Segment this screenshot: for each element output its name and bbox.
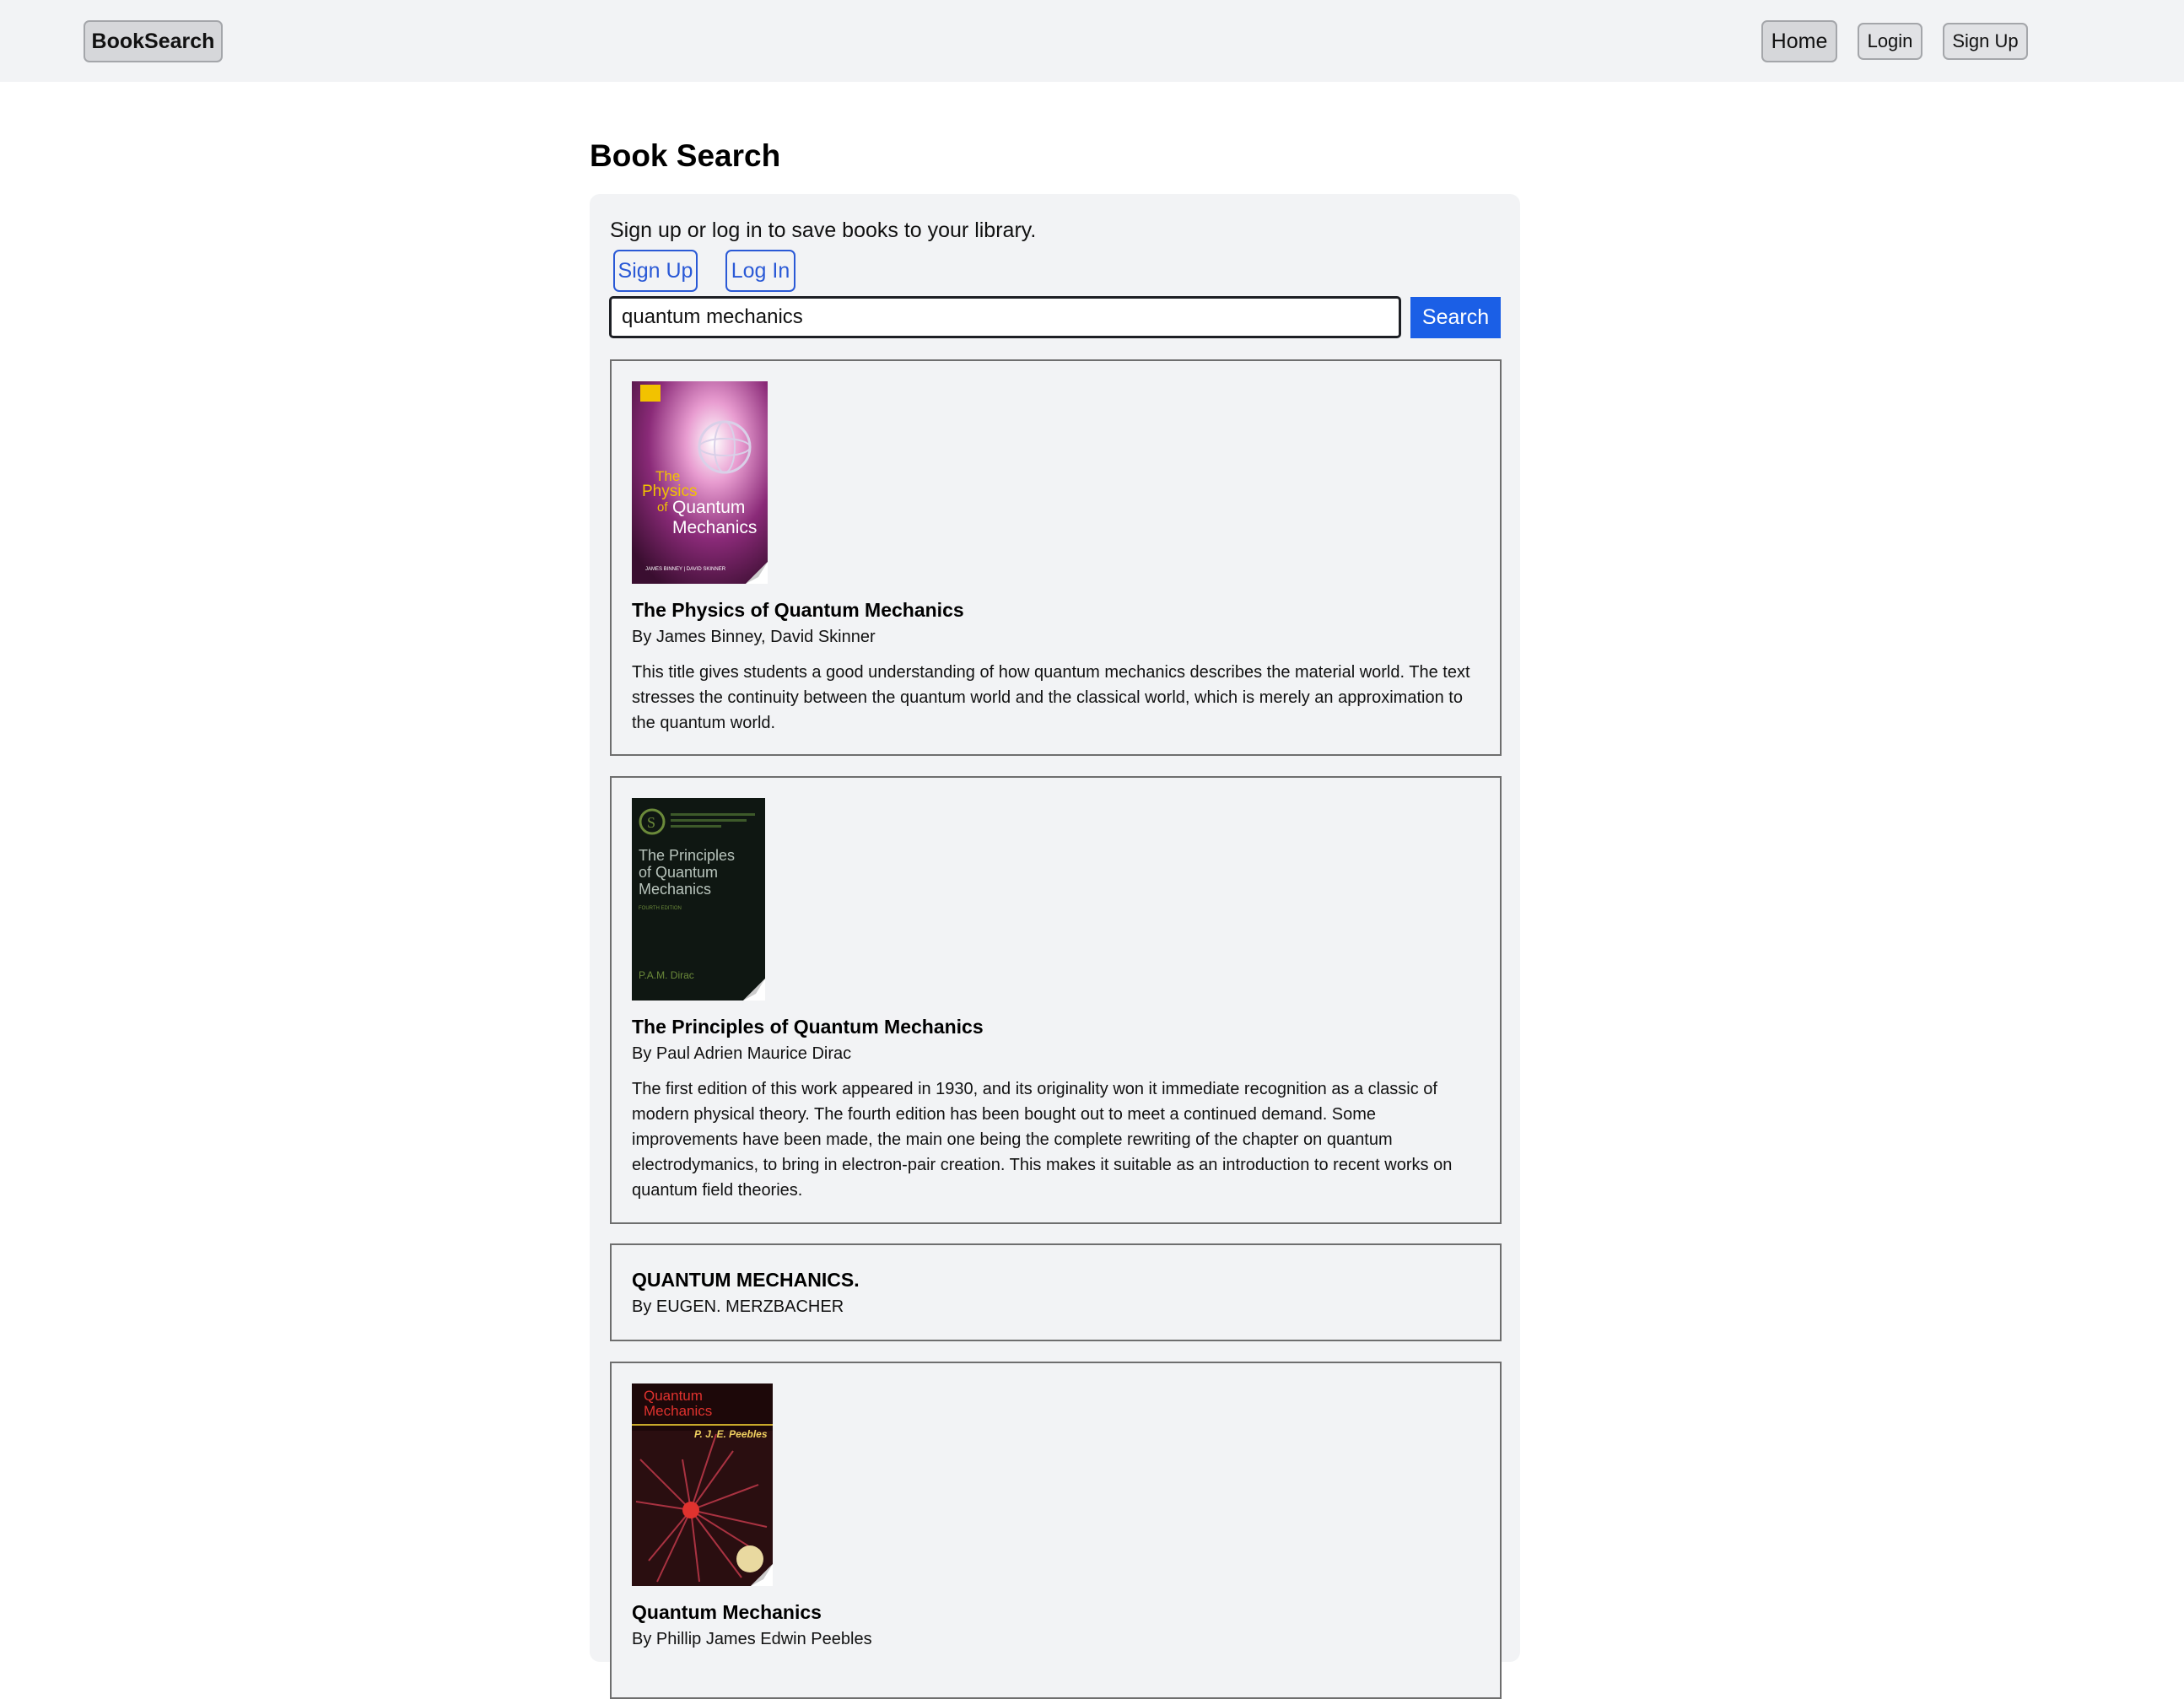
svg-text:of Quantum: of Quantum <box>639 864 718 881</box>
login-button[interactable]: Log In <box>725 250 795 292</box>
result-card: Quantum Mechanics P. J. E. Peebles Quant… <box>610 1362 1502 1699</box>
book-author: By Paul Adrien Maurice Dirac <box>632 1044 852 1063</box>
svg-text:Quantum: Quantum <box>672 498 745 517</box>
svg-text:The Principles: The Principles <box>639 847 735 864</box>
search-input[interactable] <box>609 296 1401 338</box>
book-author: By James Binney, David Skinner <box>632 628 876 646</box>
nav-home-button[interactable]: Home <box>1761 20 1837 62</box>
book-author: By Phillip James Edwin Peebles <box>632 1630 872 1648</box>
result-card: The Physics of Quantum Mechanics JAMES B… <box>610 359 1502 756</box>
book-title[interactable]: The Physics of Quantum Mechanics <box>632 599 964 622</box>
book-author: By EUGEN. MERZBACHER <box>632 1297 844 1316</box>
login-prompt-text: Sign up or log in to save books to your … <box>610 218 1037 242</box>
nav-login-button[interactable]: Login <box>1858 23 1922 60</box>
search-button[interactable]: Search <box>1410 297 1501 338</box>
book-cover-image[interactable]: S The Principles of Quantum Mechanics FO… <box>632 798 765 1001</box>
svg-text:of: of <box>657 500 668 515</box>
brand-button[interactable]: BookSearch <box>84 20 223 62</box>
nav-signup-button[interactable]: Sign Up <box>1943 23 2028 60</box>
page-title: Book Search <box>590 138 781 173</box>
svg-text:Quantum: Quantum <box>644 1388 703 1404</box>
book-description: This title gives students a good underst… <box>632 663 1470 732</box>
book-description: The first edition of this work appeared … <box>632 1080 1453 1200</box>
svg-text:JAMES BINNEY | DAVID SKINNER: JAMES BINNEY | DAVID SKINNER <box>645 567 726 572</box>
result-card: S The Principles of Quantum Mechanics FO… <box>610 776 1502 1224</box>
svg-text:P.A.M. Dirac: P.A.M. Dirac <box>639 969 694 981</box>
book-cover-image[interactable]: The Physics of Quantum Mechanics JAMES B… <box>632 381 768 584</box>
svg-text:FOURTH EDITION: FOURTH EDITION <box>639 906 682 911</box>
svg-text:Mechanics: Mechanics <box>672 518 757 537</box>
svg-text:Mechanics: Mechanics <box>644 1403 712 1419</box>
book-title[interactable]: The Principles of Quantum Mechanics <box>632 1016 984 1038</box>
navbar: BookSearch Home Login Sign Up <box>0 0 2184 82</box>
book-title[interactable]: Quantum Mechanics <box>632 1601 822 1624</box>
svg-text:Mechanics: Mechanics <box>639 881 711 898</box>
book-title[interactable]: QUANTUM MECHANICS. <box>632 1269 860 1292</box>
svg-text:S: S <box>647 814 655 831</box>
svg-text:P. J. E. Peebles: P. J. E. Peebles <box>694 1428 768 1440</box>
signup-button[interactable]: Sign Up <box>613 250 698 292</box>
result-card: QUANTUM MECHANICS. By EUGEN. MERZBACHER <box>610 1243 1502 1341</box>
book-cover-image[interactable]: Quantum Mechanics P. J. E. Peebles <box>632 1383 773 1586</box>
